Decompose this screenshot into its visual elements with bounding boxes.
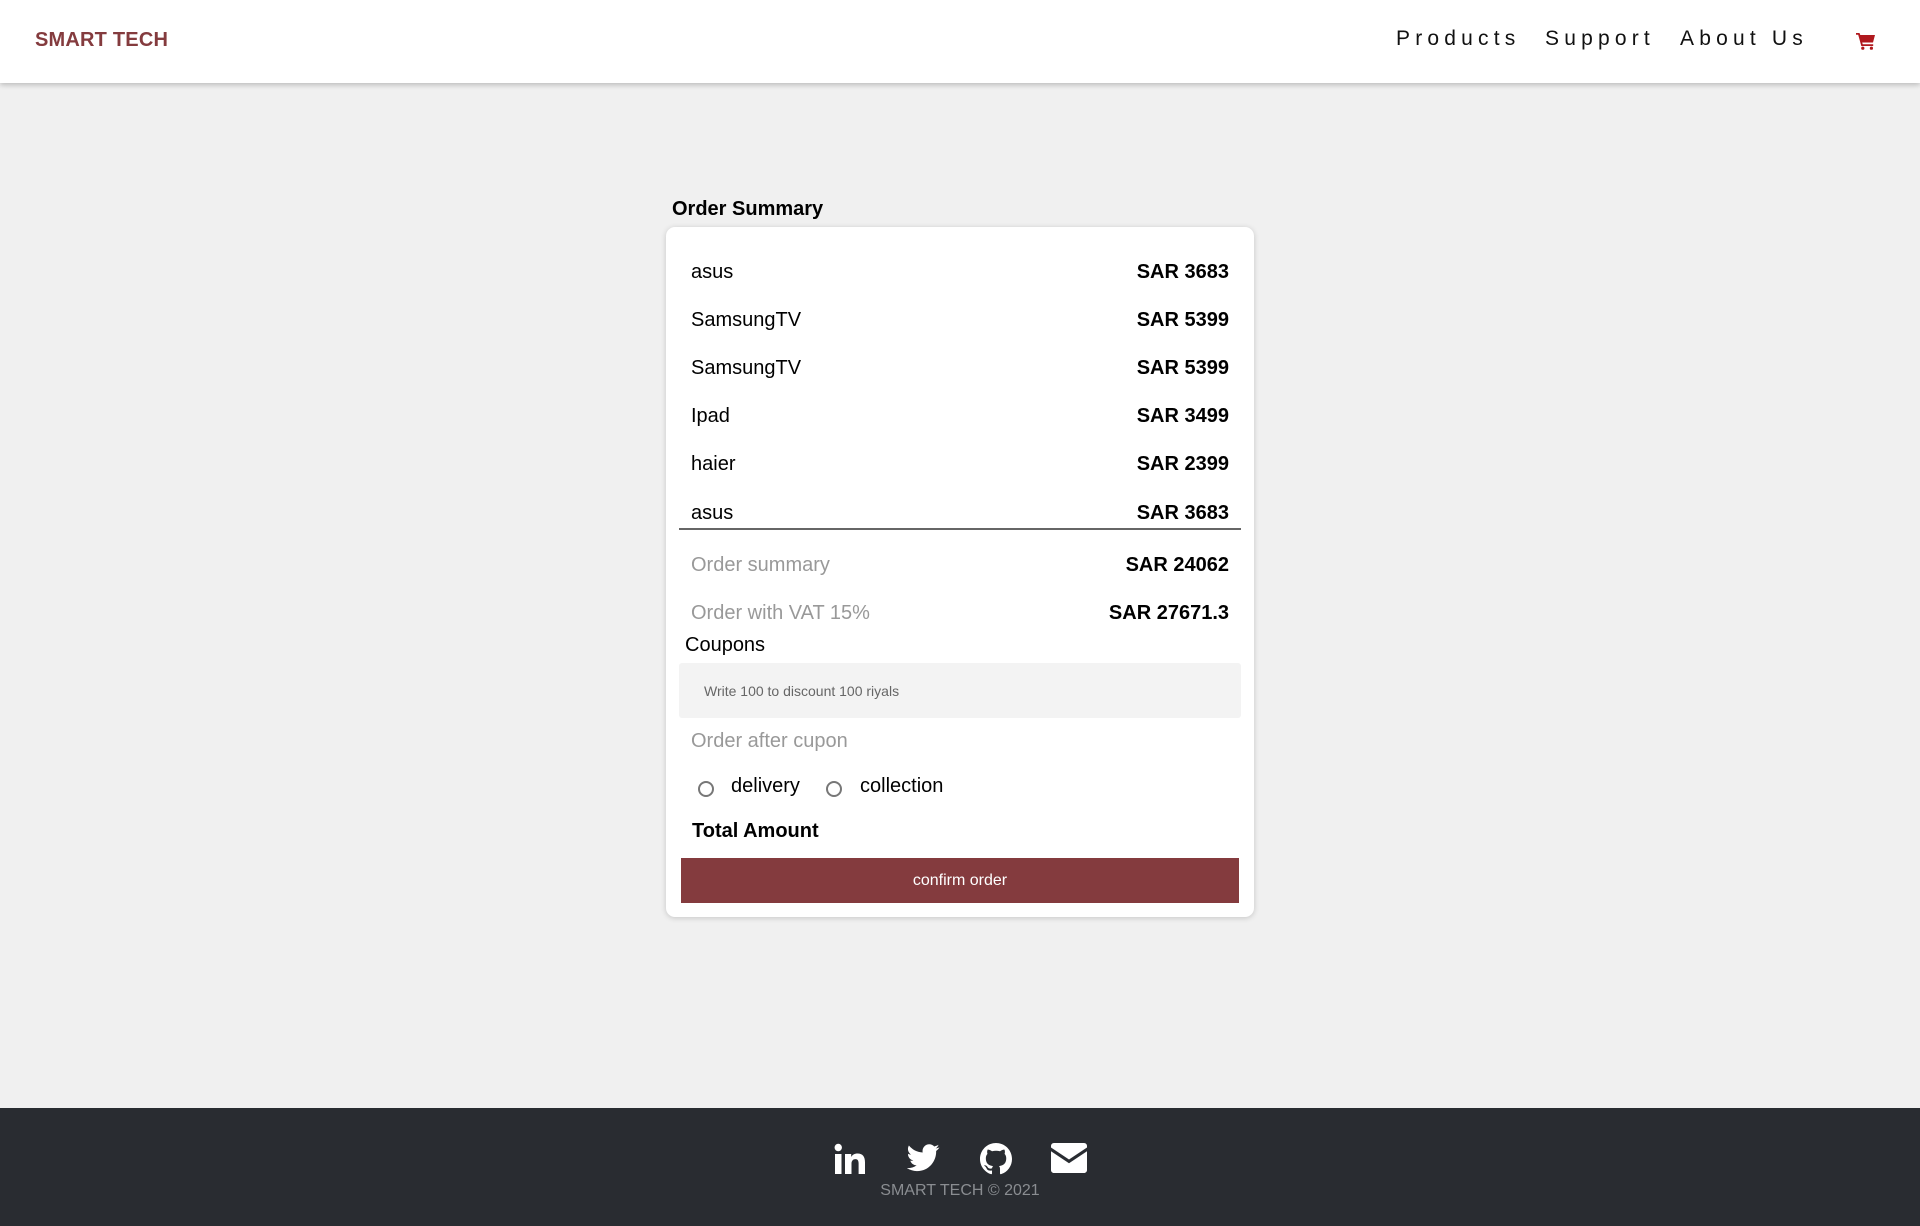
copyright-text: SMART TECH © 2021 <box>880 1182 1040 1199</box>
vat-value: SAR 27671.3 <box>1108 601 1229 624</box>
item-price: SAR 3499 <box>1136 405 1229 428</box>
item-name: asus <box>691 260 734 283</box>
subtotal-value: SAR 24062 <box>1125 553 1229 576</box>
collection-radio[interactable] <box>826 781 842 797</box>
items-divider <box>679 528 1241 530</box>
confirm-order-button[interactable]: confirm order <box>681 858 1239 903</box>
subtotal-label: Order summary <box>691 553 830 576</box>
nav-link-products[interactable]: Products <box>1396 27 1520 51</box>
order-summary-card: asus SAR 3683 SamsungTV SAR 5399 Samsung… <box>666 227 1254 917</box>
item-price: SAR 3683 <box>1136 260 1229 283</box>
brand-logo[interactable]: SMART TECH <box>35 29 168 52</box>
item-name: haier <box>691 453 736 476</box>
item-name: asus <box>691 501 734 524</box>
top-navbar: SMART TECH Products Support About Us <box>0 0 1920 83</box>
twitter-icon[interactable] <box>906 1143 940 1178</box>
delivery-label[interactable]: delivery <box>731 775 800 798</box>
nav-link-about-us[interactable]: About Us <box>1680 27 1808 51</box>
vat-label: Order with VAT 15% <box>691 601 870 624</box>
total-amount-label: Total Amount <box>692 820 819 842</box>
item-price: SAR 5399 <box>1136 356 1229 379</box>
order-items-list: asus SAR 3683 SamsungTV SAR 5399 Samsung… <box>691 248 1229 537</box>
order-item-row: SamsungTV SAR 5399 <box>691 296 1229 344</box>
fulfillment-options: delivery collection <box>698 775 1098 801</box>
item-price: SAR 3683 <box>1136 501 1229 524</box>
order-after-coupon-label: Order after cupon <box>691 730 848 752</box>
order-totals: Order summary SAR 24062 Order with VAT 1… <box>691 541 1229 637</box>
collection-label[interactable]: collection <box>860 775 943 798</box>
order-item-row: Ipad SAR 3499 <box>691 393 1229 441</box>
coupons-label: Coupons <box>685 634 766 656</box>
envelope-icon[interactable] <box>1051 1143 1087 1178</box>
coupon-input[interactable] <box>679 663 1241 718</box>
item-name: SamsungTV <box>691 356 802 379</box>
order-item-row: haier SAR 2399 <box>691 441 1229 489</box>
item-price: SAR 5399 <box>1136 308 1229 331</box>
order-item-row: SamsungTV SAR 5399 <box>691 344 1229 392</box>
delivery-radio[interactable] <box>698 781 714 797</box>
shopping-cart-icon[interactable] <box>1856 32 1876 50</box>
social-links <box>0 1143 1920 1179</box>
order-subtotal-row: Order summary SAR 24062 <box>691 541 1229 589</box>
item-price: SAR 2399 <box>1136 453 1229 476</box>
order-item-row: asus SAR 3683 <box>691 248 1229 296</box>
github-icon[interactable] <box>980 1143 1012 1180</box>
order-vat-row: Order with VAT 15% SAR 27671.3 <box>691 589 1229 637</box>
item-name: SamsungTV <box>691 308 802 331</box>
site-footer: SMART TECH © 2021 <box>0 1108 1920 1226</box>
order-summary-title: Order Summary <box>672 198 824 220</box>
item-name: Ipad <box>691 405 730 428</box>
nav-link-support[interactable]: Support <box>1545 27 1655 51</box>
linkedin-icon[interactable] <box>834 1143 866 1180</box>
